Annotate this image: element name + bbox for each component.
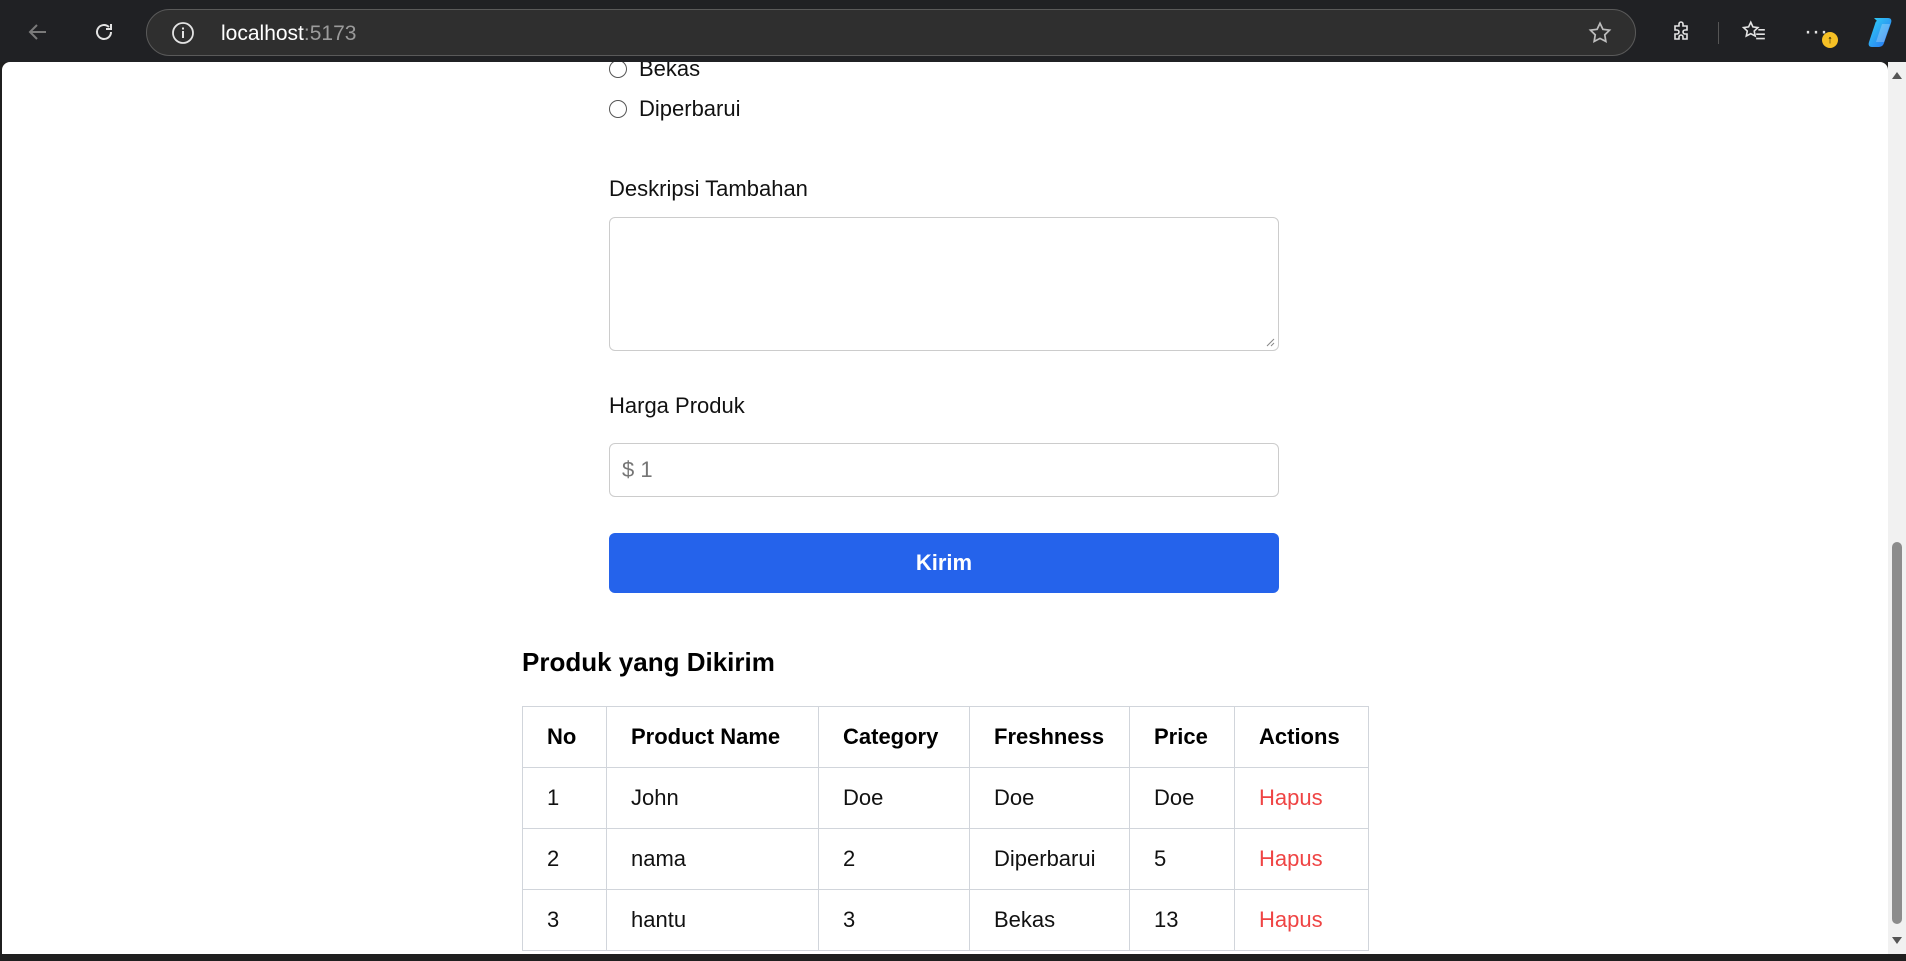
products-title: Produk yang Dikirim bbox=[522, 647, 775, 677]
reload-icon bbox=[96, 24, 112, 40]
scroll-up-arrow-icon[interactable] bbox=[1892, 72, 1902, 79]
puzzle-icon bbox=[1674, 21, 1688, 40]
radio-option-bekas[interactable]: Bekas bbox=[609, 62, 700, 82]
scroll-down-arrow-icon[interactable] bbox=[1892, 937, 1902, 944]
table-row: 3 hantu 3 Bekas 13 Hapus bbox=[522, 889, 1369, 951]
column-header-actions: Actions bbox=[1234, 706, 1369, 768]
column-header-product-name: Product Name bbox=[606, 706, 819, 768]
cell-product-name: nama bbox=[606, 828, 819, 890]
scrollbar-thumb[interactable] bbox=[1892, 542, 1902, 924]
vertical-scrollbar[interactable] bbox=[1888, 62, 1906, 954]
arrow-left-icon bbox=[28, 24, 46, 40]
table-row: 1 John Doe Doe Doe Hapus bbox=[522, 767, 1369, 829]
toolbar-divider bbox=[1718, 22, 1719, 44]
description-label: Deskripsi Tambahan bbox=[609, 176, 808, 201]
radio-label: Diperbarui bbox=[639, 96, 741, 121]
info-icon[interactable] bbox=[171, 21, 195, 45]
cell-category: Doe bbox=[818, 767, 970, 829]
column-header-price: Price bbox=[1129, 706, 1235, 768]
cell-no: 3 bbox=[522, 889, 607, 951]
price-label: Harga Produk bbox=[609, 393, 745, 418]
cell-freshness: Diperbarui bbox=[969, 828, 1130, 890]
star-icon[interactable] bbox=[1587, 20, 1613, 46]
cell-freshness: Bekas bbox=[969, 889, 1130, 951]
cell-freshness: Doe bbox=[969, 767, 1130, 829]
delete-button[interactable]: Hapus bbox=[1234, 767, 1369, 829]
cell-price: 5 bbox=[1129, 828, 1235, 890]
favorites-icon bbox=[1741, 20, 1765, 40]
products-table: No Product Name Category Freshness Price… bbox=[522, 706, 1369, 951]
url-host: localhost bbox=[221, 22, 304, 45]
update-badge: ↑ bbox=[1822, 32, 1838, 48]
url-port: :5173 bbox=[303, 22, 357, 45]
cell-category: 3 bbox=[818, 889, 970, 951]
resize-handle-icon[interactable] bbox=[1265, 337, 1275, 347]
favorites-button[interactable] bbox=[1734, 12, 1774, 52]
page-viewport: Bekas Diperbarui Deskripsi Tambahan Harg… bbox=[2, 62, 1888, 954]
radio-button[interactable] bbox=[609, 100, 627, 118]
radio-button[interactable] bbox=[609, 62, 627, 78]
url-text: localhost:5173 bbox=[221, 22, 356, 46]
reload-button[interactable] bbox=[84, 12, 124, 52]
cell-no: 2 bbox=[522, 828, 607, 890]
table-header-row: No Product Name Category Freshness Price… bbox=[522, 706, 1369, 768]
radio-option-diperbarui[interactable]: Diperbarui bbox=[609, 96, 741, 122]
column-header-no: No bbox=[522, 706, 607, 768]
browser-toolbar: localhost:5173 ··· ↑ bbox=[0, 0, 1906, 62]
back-button[interactable] bbox=[18, 12, 58, 52]
delete-button[interactable]: Hapus bbox=[1234, 828, 1369, 890]
cell-category: 2 bbox=[818, 828, 970, 890]
cell-price: 13 bbox=[1129, 889, 1235, 951]
cell-no: 1 bbox=[522, 767, 607, 829]
column-header-freshness: Freshness bbox=[969, 706, 1130, 768]
copilot-icon[interactable] bbox=[1864, 14, 1900, 50]
cell-product-name: John bbox=[606, 767, 819, 829]
address-bar[interactable]: localhost:5173 bbox=[146, 9, 1636, 56]
description-textarea[interactable] bbox=[609, 217, 1279, 351]
table-row: 2 nama 2 Diperbarui 5 Hapus bbox=[522, 828, 1369, 890]
extensions-button[interactable] bbox=[1662, 12, 1702, 52]
delete-button[interactable]: Hapus bbox=[1234, 889, 1369, 951]
radio-label: Bekas bbox=[639, 62, 701, 81]
cell-price: Doe bbox=[1129, 767, 1235, 829]
submit-button[interactable]: Kirim bbox=[609, 533, 1279, 593]
price-input[interactable] bbox=[609, 443, 1279, 497]
column-header-category: Category bbox=[818, 706, 970, 768]
cell-product-name: hantu bbox=[606, 889, 819, 951]
page-content: Bekas Diperbarui Deskripsi Tambahan Harg… bbox=[2, 62, 1888, 954]
